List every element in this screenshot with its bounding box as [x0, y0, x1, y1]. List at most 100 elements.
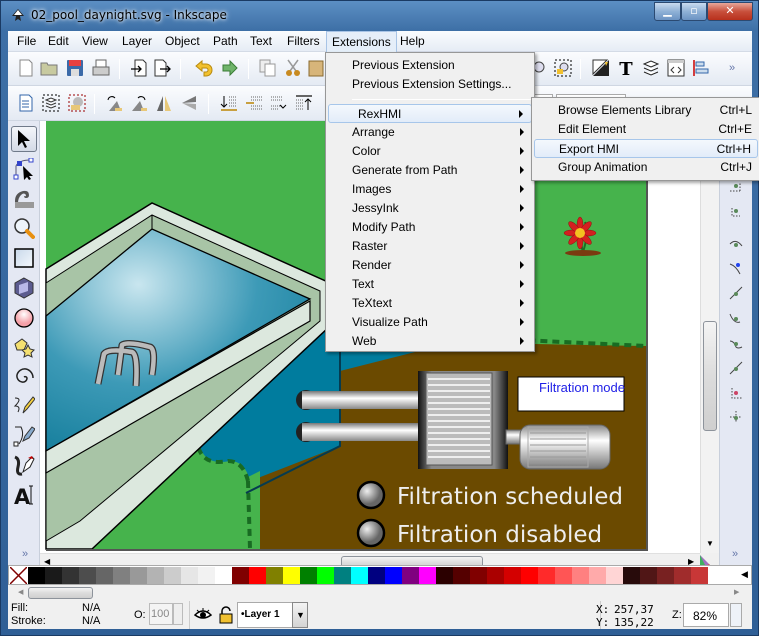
raise-icon[interactable]: [270, 94, 288, 112]
menu-item-arrange[interactable]: Arrange: [328, 123, 532, 142]
color-swatch[interactable]: [198, 567, 215, 584]
rotate-ccw-icon[interactable]: [105, 94, 123, 112]
color-swatch[interactable]: [368, 567, 385, 584]
cut-icon[interactable]: [284, 59, 302, 77]
color-swatch[interactable]: [385, 567, 402, 584]
stroke-value[interactable]: N/A: [82, 615, 100, 627]
color-swatch[interactable]: [215, 567, 232, 584]
color-swatch[interactable]: [334, 567, 351, 584]
menu-view[interactable]: View: [82, 34, 108, 48]
snap-smooth-icon[interactable]: [728, 310, 744, 326]
spiral-tool[interactable]: [11, 364, 37, 390]
menu-item-generate-from-path[interactable]: Generate from Path: [328, 161, 532, 180]
color-swatch[interactable]: [640, 567, 657, 584]
snap-nodes-icon[interactable]: [728, 236, 744, 252]
save-icon[interactable]: [66, 59, 84, 77]
color-swatch[interactable]: [283, 567, 300, 584]
raise-top-icon[interactable]: [295, 94, 313, 112]
menu-text[interactable]: Text: [250, 34, 272, 48]
menu-item-web[interactable]: Web: [328, 332, 532, 351]
snap-bbox-midpoint-icon[interactable]: [728, 202, 744, 218]
menu-item-modify-path[interactable]: Modify Path: [328, 218, 532, 237]
color-swatch[interactable]: [657, 567, 674, 584]
color-swatch[interactable]: [487, 567, 504, 584]
color-swatch[interactable]: [572, 567, 589, 584]
submenu-item-edit-element[interactable]: Edit Element Ctrl+E: [534, 120, 758, 139]
menu-item-raster[interactable]: Raster: [328, 237, 532, 256]
tweak-tool[interactable]: [11, 185, 37, 211]
palette-scroll-left-icon[interactable]: ◀: [18, 588, 23, 596]
menu-object[interactable]: Object: [165, 34, 200, 48]
ellipse-tool[interactable]: [11, 305, 37, 331]
menu-item-visualize-path[interactable]: Visualize Path: [328, 313, 532, 332]
duplicate-icon[interactable]: [259, 59, 277, 77]
color-swatch[interactable]: [453, 567, 470, 584]
color-swatch[interactable]: [96, 567, 113, 584]
led-scheduled[interactable]: [356, 480, 386, 510]
menu-item-previous-extension[interactable]: Previous Extension: [328, 56, 532, 75]
submenu-item-browse-elements-library[interactable]: Browse Elements Library Ctrl+L: [534, 101, 758, 120]
lower-bottom-icon[interactable]: [220, 94, 238, 112]
rectangle-tool[interactable]: [11, 245, 37, 271]
pen-tool[interactable]: [11, 423, 37, 449]
snap-overflow-button[interactable]: »: [732, 548, 738, 560]
color-swatch[interactable]: [232, 567, 249, 584]
color-swatch[interactable]: [130, 567, 147, 584]
color-swatch[interactable]: [436, 567, 453, 584]
layer-dropdown-button[interactable]: ▼: [292, 602, 308, 628]
menu-edit[interactable]: Edit: [48, 34, 69, 48]
color-swatch[interactable]: [674, 567, 691, 584]
menu-item-textext[interactable]: TeXtext: [328, 294, 532, 313]
zoom-spinner[interactable]: [730, 603, 742, 627]
color-swatch[interactable]: [402, 567, 419, 584]
text-tool[interactable]: A: [11, 482, 37, 508]
select-all-icon[interactable]: [17, 94, 35, 112]
menu-file[interactable]: File: [17, 34, 36, 48]
menu-item-jessyink[interactable]: JessyInk: [328, 199, 532, 218]
color-swatch[interactable]: [691, 567, 708, 584]
select-all-layers-icon[interactable]: [42, 94, 60, 112]
color-swatch[interactable]: [79, 567, 96, 584]
menu-item-rexhmi[interactable]: RexHMI: [328, 104, 532, 123]
rotate-cw-icon[interactable]: [130, 94, 148, 112]
xml-editor-icon[interactable]: [667, 59, 685, 77]
zoom-field[interactable]: 82%: [683, 603, 729, 627]
color-swatch[interactable]: [521, 567, 538, 584]
opacity-spinner[interactable]: [173, 603, 183, 625]
lower-icon[interactable]: [245, 94, 263, 112]
menu-item-color[interactable]: Color: [328, 142, 532, 161]
color-swatch[interactable]: [266, 567, 283, 584]
redo-icon[interactable]: [220, 59, 238, 77]
color-swatch[interactable]: [555, 567, 572, 584]
selector-tool[interactable]: [11, 126, 37, 152]
undo-icon[interactable]: [195, 59, 213, 77]
color-swatch[interactable]: [249, 567, 266, 584]
color-swatch[interactable]: [164, 567, 181, 584]
close-button[interactable]: ✕: [707, 2, 753, 21]
fill-value[interactable]: N/A: [82, 602, 100, 614]
color-swatch[interactable]: [351, 567, 368, 584]
text-font-icon[interactable]: T: [617, 59, 635, 77]
menu-item-images[interactable]: Images: [328, 180, 532, 199]
color-swatch[interactable]: [28, 567, 45, 584]
align-distribute-icon[interactable]: [692, 59, 710, 77]
star-tool[interactable]: [11, 334, 37, 360]
maximize-button[interactable]: ▫: [681, 2, 707, 21]
calligraphy-tool[interactable]: [11, 452, 37, 478]
snap-rotation-center-icon[interactable]: [728, 384, 744, 400]
color-swatch[interactable]: [317, 567, 334, 584]
color-swatch[interactable]: [113, 567, 130, 584]
snap-intersection-icon[interactable]: [728, 285, 744, 301]
color-swatch[interactable]: [504, 567, 521, 584]
menu-item-previous-extension-settings[interactable]: Previous Extension Settings...: [328, 75, 532, 94]
submenu-item-group-animation[interactable]: Group Animation Ctrl+J: [534, 158, 758, 177]
new-document-icon[interactable]: [17, 59, 35, 77]
opacity-field[interactable]: 100: [149, 603, 173, 625]
lock-unlocked-icon[interactable]: [219, 606, 233, 624]
led-disabled[interactable]: [356, 518, 386, 548]
snap-center-icon[interactable]: [728, 360, 744, 376]
import-icon[interactable]: [130, 59, 148, 77]
color-swatch[interactable]: [419, 567, 436, 584]
palette-scroll-right-icon[interactable]: ▶: [734, 588, 739, 596]
color-swatch[interactable]: [147, 567, 164, 584]
